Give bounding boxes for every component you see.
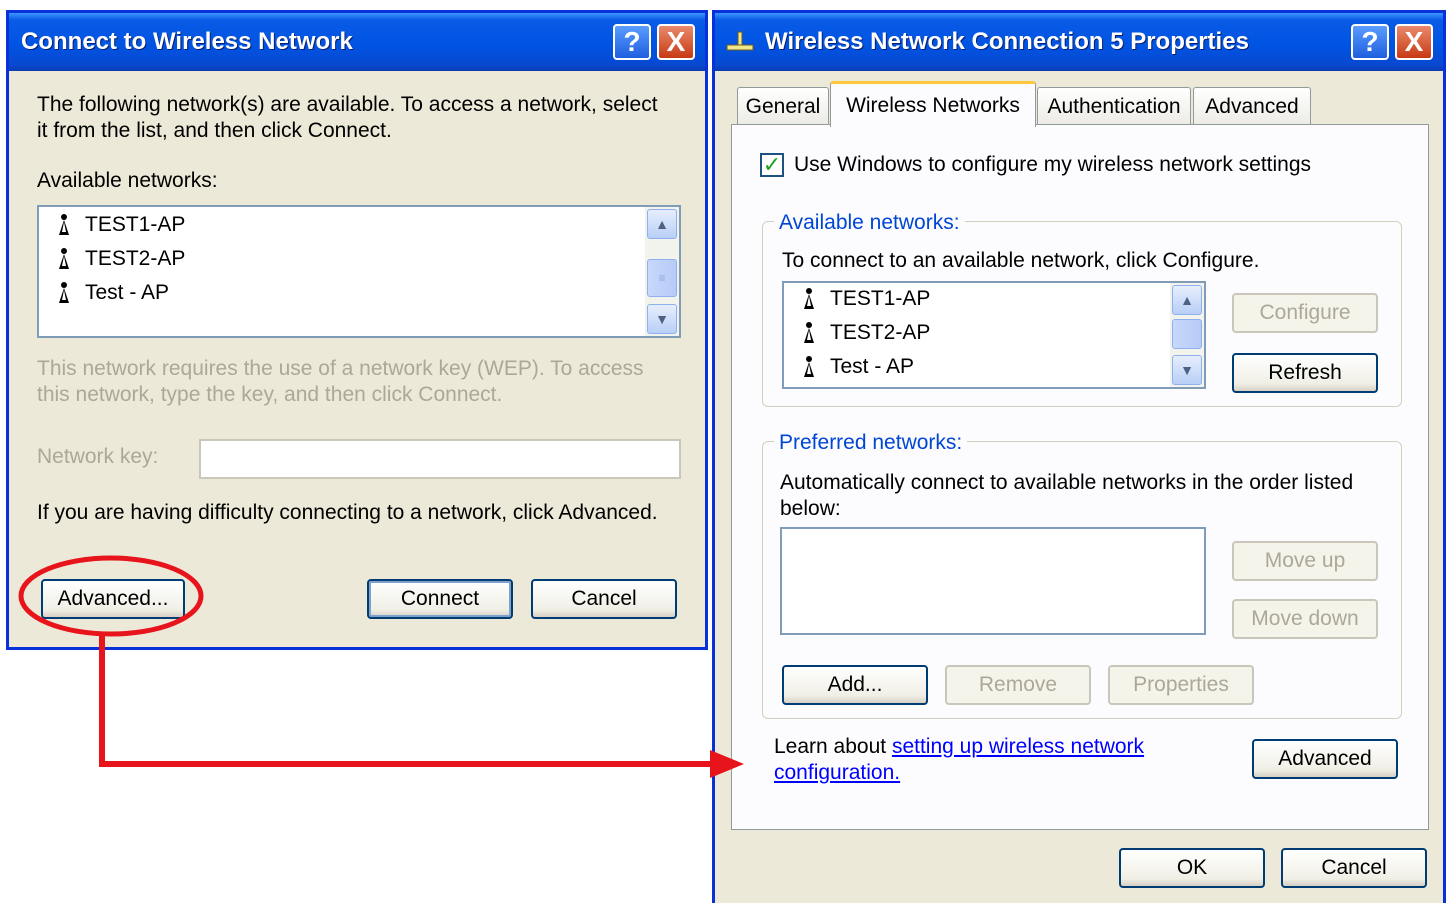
list-item[interactable]: TEST1-AP bbox=[802, 287, 930, 311]
cancel-button[interactable]: Cancel bbox=[531, 579, 677, 619]
tab-advanced[interactable]: Advanced bbox=[1193, 87, 1311, 125]
scroll-up-arrow-icon[interactable]: ▲ bbox=[647, 209, 677, 239]
advanced-button[interactable]: Advanced bbox=[1252, 739, 1398, 779]
tab-wireless-networks[interactable]: Wireless Networks bbox=[830, 81, 1036, 127]
use-windows-config-label: Use Windows to configure my wireless net… bbox=[794, 153, 1312, 176]
title-bar[interactable]: Connect to Wireless Network ? X bbox=[9, 13, 705, 71]
advanced-button[interactable]: Advanced... bbox=[41, 579, 185, 619]
scroll-thumb[interactable]: ≡ bbox=[647, 259, 677, 297]
close-icon: X bbox=[1404, 26, 1424, 57]
intro-text-line2: it from the list, and then click Connect… bbox=[37, 119, 392, 142]
close-button[interactable]: X bbox=[657, 24, 695, 60]
network-key-input[interactable] bbox=[199, 439, 681, 479]
network-list[interactable]: TEST1-AP TEST2-AP Test - AP ▲ ≡ ▼ bbox=[37, 205, 681, 338]
title-bar[interactable]: Wireless Network Connection 5 Properties… bbox=[715, 13, 1443, 71]
connect-to-wireless-network-dialog: Connect to Wireless Network ? X The foll… bbox=[6, 10, 708, 650]
ok-button[interactable]: OK bbox=[1119, 848, 1265, 888]
close-icon: X bbox=[666, 26, 686, 57]
tab-general[interactable]: General bbox=[737, 87, 829, 125]
list-item[interactable]: TEST2-AP bbox=[57, 247, 185, 271]
preferred-description-line2: below: bbox=[780, 497, 841, 520]
network-name: TEST2-AP bbox=[85, 247, 186, 270]
wireless-networks-panel: ✓ Use Windows to configure my wireless n… bbox=[731, 124, 1429, 830]
list-item[interactable]: Test - AP bbox=[57, 281, 169, 305]
vertical-scrollbar[interactable]: ▲ ≡ ▼ bbox=[645, 207, 679, 336]
network-name: TEST1-AP bbox=[830, 287, 931, 310]
available-networks-label: Available networks: bbox=[37, 169, 218, 192]
scroll-down-arrow-icon[interactable]: ▼ bbox=[1172, 355, 1202, 385]
scroll-down-arrow-icon[interactable]: ▼ bbox=[647, 304, 677, 334]
tab-authentication[interactable]: Authentication bbox=[1037, 87, 1191, 125]
wireless-antenna-icon bbox=[804, 322, 814, 343]
learn-about-prefix: Learn about bbox=[774, 735, 892, 758]
scroll-up-arrow-icon[interactable]: ▲ bbox=[1172, 285, 1202, 315]
preferred-description-line1: Automatically connect to available netwo… bbox=[780, 471, 1354, 494]
available-networks-description: To connect to an available network, clic… bbox=[782, 249, 1260, 272]
close-button[interactable]: X bbox=[1395, 24, 1433, 60]
help-icon: ? bbox=[623, 26, 641, 57]
arrow-line bbox=[99, 632, 712, 767]
configure-button[interactable]: Configure bbox=[1232, 293, 1378, 333]
help-icon: ? bbox=[1361, 26, 1379, 57]
connect-button[interactable]: Connect bbox=[367, 579, 513, 619]
setup-wireless-link-continued[interactable]: configuration. bbox=[774, 761, 900, 785]
intro-text-line1: The following network(s) are available. … bbox=[37, 93, 658, 116]
preferred-network-list[interactable] bbox=[780, 527, 1206, 635]
wireless-connection-properties-dialog: Wireless Network Connection 5 Properties… bbox=[712, 10, 1446, 903]
vertical-scrollbar[interactable]: ▲ ▼ bbox=[1170, 283, 1204, 387]
help-button[interactable]: ? bbox=[1351, 24, 1389, 60]
properties-button[interactable]: Properties bbox=[1108, 665, 1254, 705]
available-networks-group-title: Available networks: bbox=[774, 211, 965, 235]
dialog-title: Wireless Network Connection 5 Properties bbox=[765, 28, 1249, 55]
list-item[interactable]: TEST2-AP bbox=[802, 321, 930, 345]
wep-text-line1: This network requires the use of a netwo… bbox=[37, 357, 644, 380]
scroll-thumb[interactable] bbox=[1172, 319, 1202, 349]
network-key-label: Network key: bbox=[37, 445, 159, 468]
use-windows-config-checkbox[interactable]: ✓ bbox=[760, 152, 784, 177]
add-button[interactable]: Add... bbox=[782, 665, 928, 705]
network-connection-icon bbox=[726, 31, 754, 51]
dialog-title: Connect to Wireless Network bbox=[21, 28, 353, 55]
wireless-antenna-icon bbox=[59, 248, 69, 269]
move-up-button[interactable]: Move up bbox=[1232, 541, 1378, 581]
list-item[interactable]: Test - AP bbox=[802, 355, 914, 379]
move-down-button[interactable]: Move down bbox=[1232, 599, 1378, 639]
wireless-antenna-icon bbox=[804, 288, 814, 309]
check-mark-icon: ✓ bbox=[762, 152, 782, 177]
network-name: Test - AP bbox=[830, 355, 915, 378]
refresh-button[interactable]: Refresh bbox=[1232, 353, 1378, 393]
wireless-antenna-icon bbox=[59, 282, 69, 303]
difficulty-text: If you are having difficulty connecting … bbox=[37, 501, 658, 524]
setup-wireless-link[interactable]: setting up wireless network bbox=[892, 735, 1144, 758]
list-item[interactable]: TEST1-AP bbox=[57, 213, 185, 237]
remove-button[interactable]: Remove bbox=[945, 665, 1091, 705]
wireless-antenna-icon bbox=[59, 214, 69, 235]
wireless-antenna-icon bbox=[804, 356, 814, 377]
help-button[interactable]: ? bbox=[613, 24, 651, 60]
network-name: TEST1-AP bbox=[85, 213, 186, 236]
network-name: Test - AP bbox=[85, 281, 170, 304]
network-name: TEST2-AP bbox=[830, 321, 931, 344]
cancel-button[interactable]: Cancel bbox=[1281, 848, 1427, 888]
learn-about-line1: Learn about setting up wireless network bbox=[774, 735, 1144, 759]
wep-text-line2: this network, type the key, and then cli… bbox=[37, 383, 503, 406]
preferred-networks-group-title: Preferred networks: bbox=[774, 431, 968, 455]
available-network-list[interactable]: TEST1-AP TEST2-AP Test - AP ▲ ▼ bbox=[782, 281, 1206, 389]
